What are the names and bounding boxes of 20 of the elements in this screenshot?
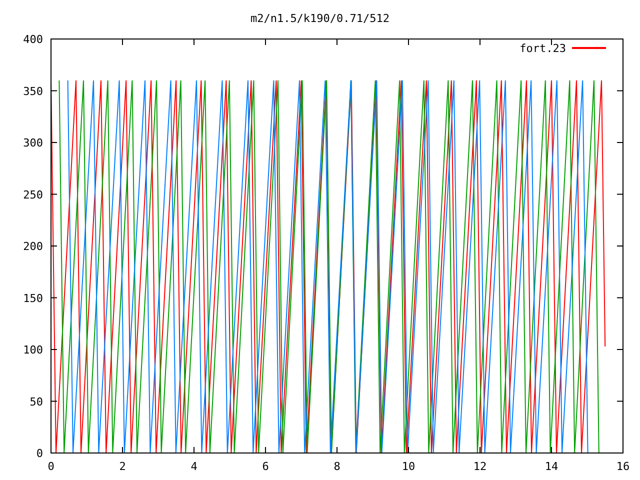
legend-label: fort.23 <box>520 42 566 55</box>
axis-tick-label: 150 <box>23 292 43 305</box>
axis-tick-label: 200 <box>23 240 43 253</box>
axis-tick-label: 400 <box>23 33 43 46</box>
axis-tick-label: 12 <box>473 460 487 473</box>
axis-tick-label: 6 <box>262 460 269 473</box>
axis-tick-label: 100 <box>23 344 43 356</box>
axis-tick-label: 8 <box>334 460 340 473</box>
axis-tick-label: 10 <box>402 460 416 473</box>
axis-tick-label: 0 <box>36 447 43 460</box>
axis-tick-label: 50 <box>30 395 43 408</box>
axis-tick-label: 14 <box>544 460 558 473</box>
axis-tick-label: 300 <box>23 136 43 150</box>
axis-tick-label: 250 <box>23 188 43 202</box>
axis-tick-label: 16 <box>616 460 630 473</box>
chart-title: m2/n1.5/k190/0.71/512 <box>250 12 390 25</box>
axis-tick-label: 2 <box>119 460 126 473</box>
axis-tick-label: 4 <box>190 460 198 473</box>
axis-tick-label: 350 <box>23 84 43 98</box>
axis-tick-label: 0 <box>48 460 54 473</box>
